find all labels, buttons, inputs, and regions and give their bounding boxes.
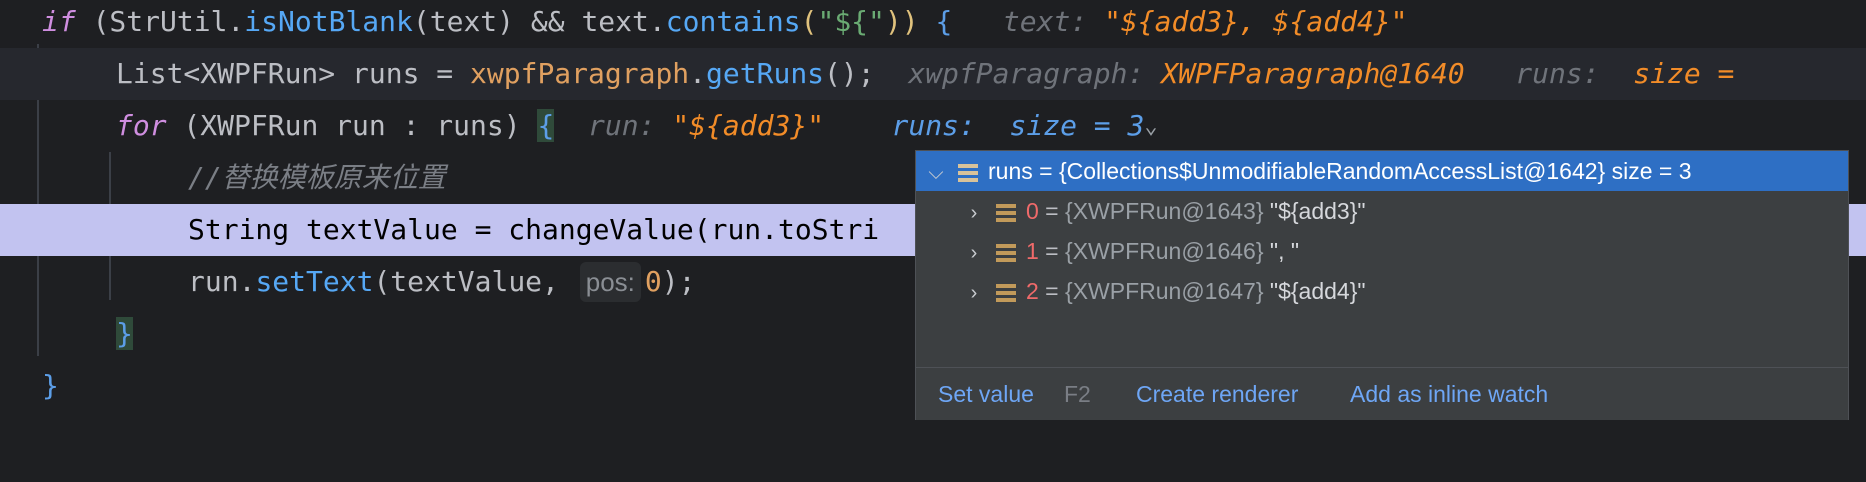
shortcut-key: F2 [1064, 381, 1091, 407]
tree-row-value: ", " [1269, 238, 1300, 264]
tree-row-value: "${add3}" [1269, 198, 1366, 224]
code-line-3[interactable]: for (XWPFRun run : runs) { run: "${add3}… [0, 100, 1866, 152]
code-comment: //替换模板原来位置 [188, 161, 446, 194]
inline-debug-label: xwpfParagraph: [908, 57, 1145, 90]
code-text: ); [661, 265, 696, 298]
tree-row-item-0[interactable]: › 0 = {XWPFRun@1643} "${add3}" [916, 191, 1848, 231]
code-text: run. [188, 265, 256, 298]
method-call: getRuns [706, 57, 825, 90]
tree-row-ref: {XWPFRun@1647} [1065, 278, 1264, 304]
method-call: contains [665, 5, 801, 38]
code-text: ( [800, 5, 818, 38]
number-literal: 0 [644, 265, 662, 298]
tree-row-size: size = 3 [1611, 158, 1692, 184]
chevron-right-icon[interactable]: › [962, 273, 986, 313]
set-value-link[interactable]: Set value [938, 368, 1034, 420]
inline-debug-label: runs: [891, 109, 976, 142]
tree-row-index: 0 [1026, 198, 1039, 224]
list-icon [958, 163, 978, 182]
inline-debug-label: text: [1002, 5, 1088, 38]
code-text: List<XWPFRun> runs = [116, 57, 471, 90]
list-icon [996, 283, 1016, 302]
keyword-for: for [116, 109, 167, 142]
tree-row-index: 2 [1026, 278, 1039, 304]
method-call: setText [255, 265, 374, 298]
string-literal: "${" [817, 5, 885, 38]
chevron-right-icon[interactable]: › [962, 193, 986, 233]
tree-row-label: runs = {Collections$UnmodifiableRandomAc… [988, 158, 1606, 184]
tree-row-root[interactable]: ⌵ runs = {Collections$UnmodifiableRandomA… [916, 151, 1848, 191]
code-text: . [689, 57, 707, 90]
tree-row-value: "${add4}" [1269, 278, 1366, 304]
variable: xwpfParagraph [470, 57, 690, 90]
brace: } [116, 317, 133, 350]
code-text: (textValue, [373, 265, 576, 298]
brace: } [42, 369, 59, 402]
code-text: (StrUtil. [75, 5, 245, 38]
code-line-1[interactable]: if (StrUtil.isNotBlank(text) && text.con… [0, 0, 1866, 48]
inline-debug-value[interactable]: size = [1633, 57, 1734, 90]
tree-row-item-1[interactable]: › 1 = {XWPFRun@1646} ", " [916, 231, 1848, 271]
brace: { [935, 5, 953, 38]
tree-row-index: 1 [1026, 238, 1039, 264]
add-inline-watch-link[interactable]: Add as inline watch [1350, 368, 1548, 420]
tree-row-item-2[interactable]: › 2 = {XWPFRun@1647} "${add4}" [916, 271, 1848, 311]
chevron-right-icon[interactable]: › [962, 233, 986, 273]
brace: { [537, 109, 555, 142]
code-text: (); [824, 57, 875, 90]
code-text: String textValue = changeValue(run.toStr… [188, 213, 880, 246]
tree-row-eq: = [1038, 198, 1066, 224]
inline-debug-value[interactable]: XWPFParagraph@1640 [1161, 57, 1464, 90]
create-renderer-link[interactable]: Create renderer [1136, 368, 1298, 420]
inline-debug-value[interactable]: size = 3 [1010, 109, 1145, 142]
tree-row-ref: {XWPFRun@1646} [1065, 238, 1264, 264]
tree-row-eq: = [1038, 238, 1066, 264]
keyword-if: if [42, 5, 76, 38]
list-icon [996, 203, 1016, 222]
method-call: isNotBlank [244, 5, 413, 38]
chevron-down-icon[interactable]: ⌵ [924, 153, 948, 193]
code-text: )) [884, 5, 936, 38]
code-line-2[interactable]: List<XWPFRun> runs = xwpfParagraph.getRu… [0, 48, 1866, 100]
parameter-hint: pos: [579, 262, 641, 302]
inline-debug-label: runs: [1515, 57, 1600, 90]
inline-debug-value[interactable]: "${add3}, ${add4}" [1104, 5, 1407, 38]
inline-debug-value[interactable]: "${add3}" [672, 109, 824, 142]
tree-row-ref: {XWPFRun@1643} [1065, 198, 1264, 224]
list-icon [996, 243, 1016, 262]
chevron-down-icon[interactable]: ⌄ [1144, 101, 1157, 153]
code-text: (text) && text. [412, 5, 666, 38]
popup-footer: Set value F2 Create renderer Add as inli… [916, 367, 1848, 420]
tree-row-eq: = [1038, 278, 1066, 304]
debugger-value-popup[interactable]: ⌵ runs = {Collections$UnmodifiableRandomA… [915, 150, 1849, 420]
inline-debug-label: run: [588, 109, 656, 142]
code-text: (XWPFRun run : runs) [166, 109, 538, 142]
